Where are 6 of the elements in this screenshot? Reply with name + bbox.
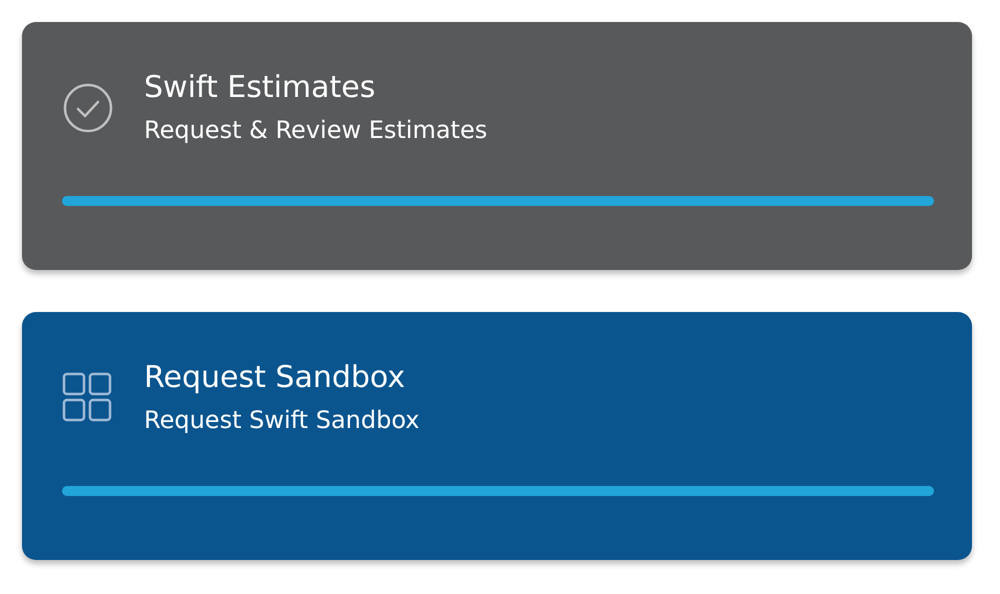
card-subtitle: Request & Review Estimates: [144, 115, 488, 146]
menu-card[interactable]: Swift Estimates Request & Review Estimates: [22, 22, 972, 270]
menu-card[interactable]: Request Sandbox Request Swift Sandbox: [22, 312, 972, 560]
card-subtitle: Request Swift Sandbox: [144, 405, 420, 436]
card-title: Swift Estimates: [144, 69, 376, 107]
card-title: Request Sandbox: [144, 359, 406, 397]
